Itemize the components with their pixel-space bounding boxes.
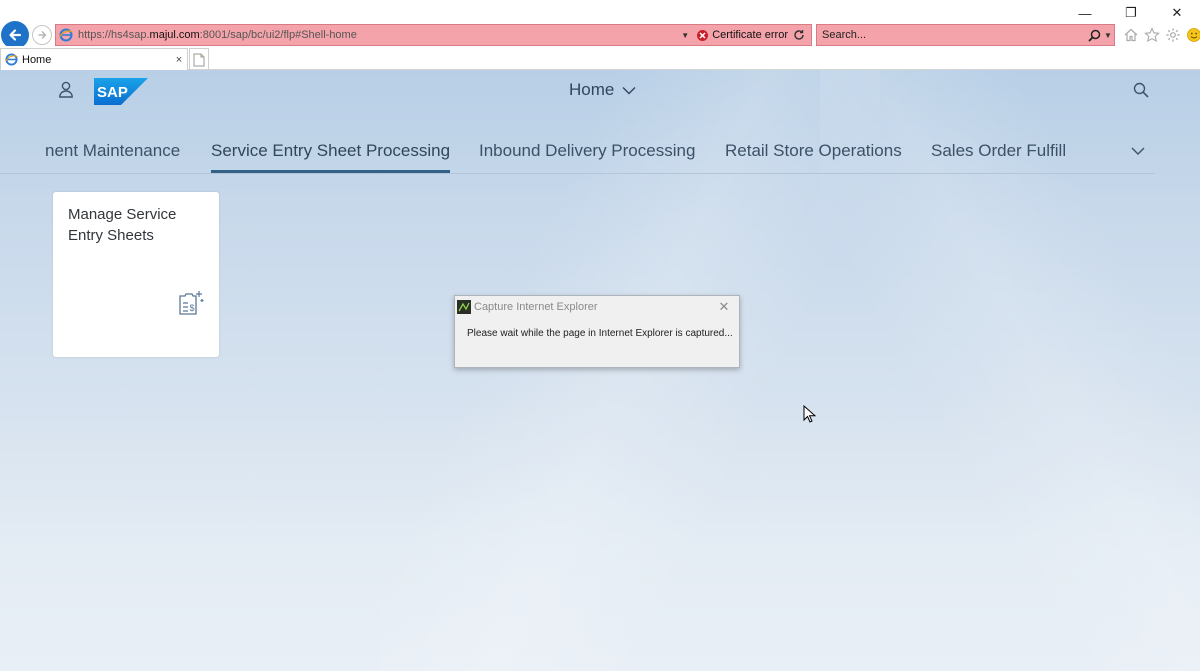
tab-equipment-maintenance[interactable]: nent Maintenance [45,141,180,161]
document-money-icon: $ [179,291,204,315]
smiley-feedback-icon[interactable] [1185,26,1200,43]
restore-button[interactable]: ❐ [1108,0,1154,26]
tab-service-entry-sheet-processing[interactable]: Service Entry Sheet Processing [211,141,450,161]
url-domain: majul.com [149,29,200,41]
home-icon[interactable] [1122,26,1139,43]
mouse-cursor-icon [803,405,816,423]
back-button[interactable] [1,21,29,49]
browser-tab-home[interactable]: Home × [0,48,188,70]
browser-tab-strip: Home × [0,46,1200,70]
close-icon[interactable]: ✕ [709,299,739,315]
search-dropdown-icon[interactable]: ▼ [1102,31,1114,40]
close-window-button[interactable]: ✕ [1154,0,1200,26]
minimize-button[interactable]: — [1062,0,1108,26]
tab-close-icon[interactable]: × [171,54,187,66]
settings-gear-icon[interactable] [1164,26,1181,43]
svg-text:SAP: SAP [97,84,128,101]
refresh-icon[interactable] [791,29,807,41]
favorites-star-icon[interactable] [1143,26,1160,43]
capture-app-icon [457,300,471,314]
capture-dialog: Capture Internet Explorer ✕ Please wait … [454,295,740,368]
search-icon[interactable] [1132,81,1150,99]
dialog-message: Please wait while the page in Internet E… [467,328,733,339]
window-controls: — ❐ ✕ [1062,0,1200,26]
certificate-error-label[interactable]: Certificate error [712,29,788,41]
new-tab-icon [193,53,205,66]
address-bar[interactable]: https://hs4sap.majul.com:8001/sap/bc/ui2… [55,24,812,46]
ie-favicon [5,53,18,66]
forward-arrow-icon [38,31,47,39]
browser-toolbar: https://hs4sap.majul.com:8001/sap/bc/ui2… [0,0,1200,49]
sap-logo[interactable]: SAP [94,78,148,105]
tile-title: Manage Service Entry Sheets [68,206,177,244]
forward-button[interactable] [32,25,52,45]
app-tile-manage-service-entry-sheets[interactable]: Manage Service Entry Sheets $ [53,192,219,357]
address-url[interactable]: https://hs4sap.majul.com:8001/sap/bc/ui2… [78,29,678,41]
shell-title-menu[interactable]: Home [569,80,636,100]
shell-header: SAP Home [0,70,1200,110]
browser-search-box[interactable]: Search... ▼ [816,24,1115,46]
shell-title: Home [569,80,615,99]
launchpad-background: SAP Home nent Maintenance Service Entry … [0,70,1200,671]
browser-tools [1122,26,1200,43]
dialog-titlebar: Capture Internet Explorer ✕ [455,296,739,318]
url-prefix: https://hs4sap. [78,29,150,41]
user-icon[interactable] [57,80,75,98]
dialog-title: Capture Internet Explorer [474,301,598,313]
certificate-error-icon[interactable] [697,29,709,41]
url-suffix: :8001/sap/bc/ui2/flp#Shell-home [199,29,357,41]
tab-sales-order-fulfill[interactable]: Sales Order Fulfill [931,141,1066,161]
browser-search-input[interactable]: Search... [817,29,1086,41]
active-tab-indicator [211,170,450,173]
tab-inbound-delivery-processing[interactable]: Inbound Delivery Processing [479,141,695,161]
browser-tab-label: Home [22,53,52,66]
tab-retail-store-operations[interactable]: Retail Store Operations [725,141,902,161]
svg-text:$: $ [190,303,195,313]
group-tab-bar: nent Maintenance Service Entry Sheet Pro… [0,132,1155,174]
chevron-down-icon [622,86,636,94]
ie-favicon [59,28,73,42]
search-icon[interactable] [1086,29,1102,42]
new-tab-button[interactable] [189,48,209,70]
back-arrow-icon [9,29,22,41]
chevron-down-icon[interactable] [1130,143,1146,159]
address-dropdown-icon[interactable]: ▼ [678,31,692,40]
